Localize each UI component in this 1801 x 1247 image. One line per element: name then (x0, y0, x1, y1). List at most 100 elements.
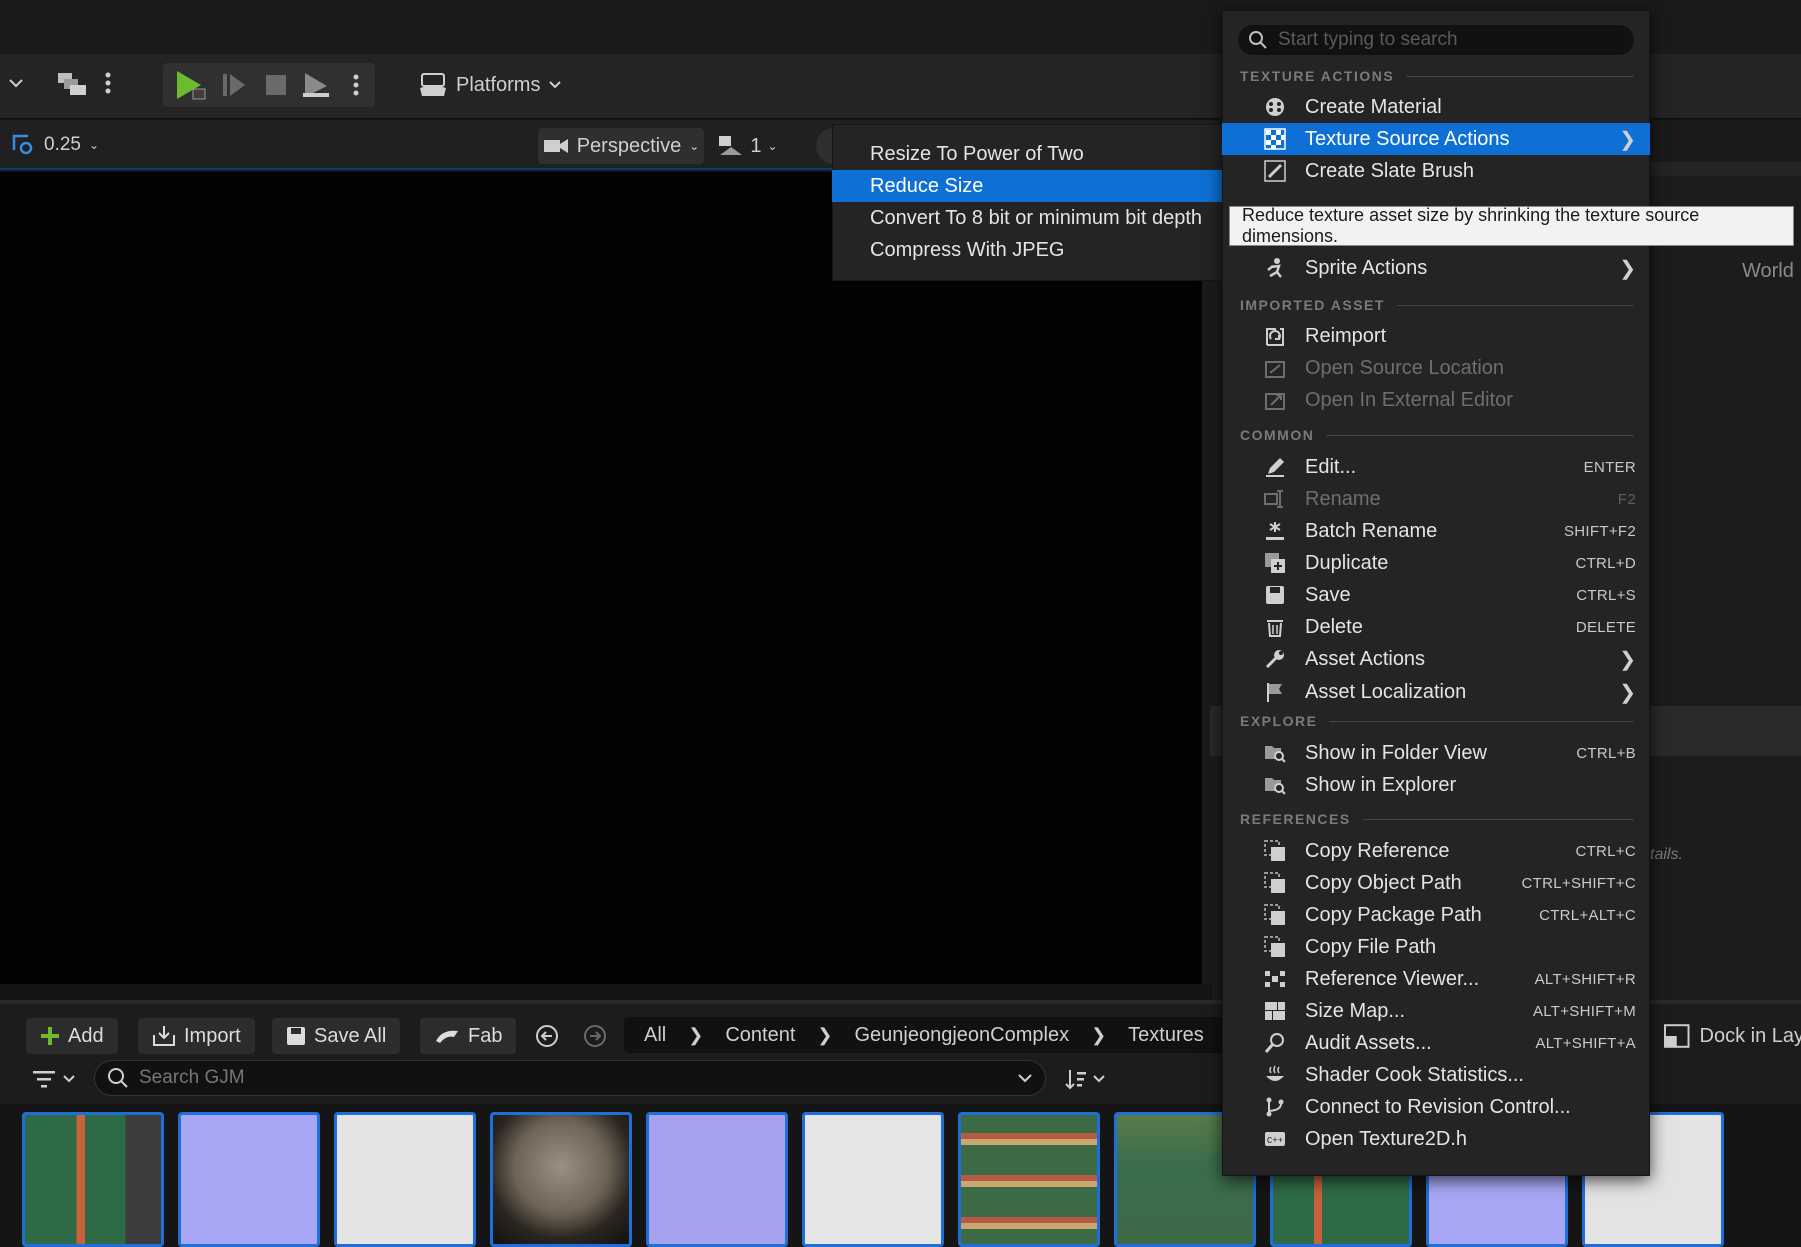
filter-icon[interactable] (30, 1064, 78, 1094)
mode-dropdown-chevron-icon[interactable] (4, 68, 28, 98)
save-all-button[interactable]: Save All (272, 1018, 401, 1054)
rename-icon (1261, 485, 1289, 513)
add-button[interactable]: Add (26, 1018, 118, 1054)
asset-localization-item[interactable]: Asset Localization ❯ (1222, 676, 1650, 708)
step-forward-icon[interactable] (214, 64, 254, 106)
perspective-dropdown[interactable]: Perspective ⌄ (538, 128, 704, 164)
asset-thumbnail[interactable] (178, 1112, 320, 1247)
world-column-label: World (1742, 260, 1794, 282)
asset-thumbnail[interactable] (22, 1112, 164, 1247)
more-options-icon[interactable] (96, 66, 120, 100)
forward-icon[interactable] (582, 1022, 608, 1050)
menu-item-label: Copy File Path (1305, 935, 1437, 958)
copy-object-path-item[interactable]: Copy Object Path CTRL+SHIFT+C (1222, 867, 1650, 899)
shortcut-label: ALT+SHIFT+R (1534, 970, 1636, 988)
revision-control-icon (1261, 1093, 1289, 1121)
svg-text:C++: C++ (1267, 1136, 1283, 1146)
stop-icon[interactable] (256, 64, 296, 106)
play-icon[interactable] (170, 64, 210, 106)
level-viewport[interactable] (0, 172, 1202, 984)
copy-icon (1261, 901, 1289, 929)
size-map-item[interactable]: Size Map... ALT+SHIFT+M (1222, 995, 1650, 1027)
copy-icon (1261, 837, 1289, 865)
breadcrumb-all[interactable]: All (644, 1024, 666, 1047)
texture-source-actions-item[interactable]: Texture Source Actions ❯ (1222, 123, 1650, 155)
open-texture2d-h-item[interactable]: C++ Open Texture2D.h (1222, 1123, 1650, 1155)
menu-item-label: Shader Cook Statistics... (1305, 1063, 1524, 1086)
breadcrumb-content[interactable]: Content (725, 1024, 795, 1047)
edit-item[interactable]: Edit... ENTER (1222, 451, 1650, 483)
audit-assets-item[interactable]: Audit Assets... ALT+SHIFT+A (1222, 1027, 1650, 1059)
chevron-right-icon[interactable]: ❯ (688, 1025, 703, 1046)
copy-file-path-item[interactable]: Copy File Path (1222, 931, 1650, 963)
duplicate-item[interactable]: Duplicate CTRL+D (1222, 547, 1650, 579)
sprite-actions-item[interactable]: Sprite Actions ❯ (1222, 252, 1650, 284)
menu-item-label: Reference Viewer... (1305, 967, 1480, 990)
eject-icon[interactable] (296, 64, 336, 106)
chevron-down-icon[interactable] (1017, 1073, 1033, 1083)
save-icon (1261, 581, 1289, 609)
content-shortcut-icon[interactable] (54, 66, 90, 100)
show-in-explorer-item[interactable]: Show in Explorer (1222, 769, 1650, 801)
save-item[interactable]: Save CTRL+S (1222, 579, 1650, 611)
delete-item[interactable]: Delete DELETE (1222, 611, 1650, 643)
copy-reference-item[interactable]: Copy Reference CTRL+C (1222, 835, 1650, 867)
rename-item[interactable]: Rename F2 (1222, 483, 1650, 515)
shortcut-label: CTRL+ALT+C (1539, 906, 1636, 924)
menu-search-input[interactable]: Start typing to search (1238, 25, 1634, 55)
menu-item-label: Open In External Editor (1305, 388, 1513, 411)
fab-button[interactable]: Fab (420, 1018, 517, 1054)
dock-in-layout-button[interactable]: Dock in Lay (1664, 1018, 1801, 1054)
connect-to-revision-control-item[interactable]: Connect to Revision Control... (1222, 1091, 1650, 1123)
reduce-size-item[interactable]: Reduce Size (832, 170, 1222, 202)
asset-actions-item[interactable]: Asset Actions ❯ (1222, 643, 1650, 675)
section-texture-actions: TEXTURE ACTIONS (1240, 68, 1634, 84)
breadcrumb-complex[interactable]: GeunjeongjeonComplex (854, 1024, 1069, 1047)
wrench-icon (1261, 645, 1289, 673)
chevron-right-icon[interactable]: ❯ (1091, 1025, 1106, 1046)
open-source-location-item[interactable]: Open Source Location (1222, 352, 1650, 384)
create-material-item[interactable]: Create Material (1222, 91, 1650, 123)
size-map-icon (1261, 997, 1289, 1025)
section-imported-asset: IMPORTED ASSET (1240, 297, 1634, 313)
asset-thumbnail[interactable] (490, 1112, 632, 1247)
convert-to-8-bit-item[interactable]: Convert To 8 bit or minimum bit depth (832, 202, 1222, 234)
fab-icon (436, 1030, 458, 1043)
open-in-external-editor-item[interactable]: Open In External Editor (1222, 384, 1650, 416)
zoom-control[interactable]: 0.25 ⌄ (10, 130, 100, 160)
asset-search-input[interactable]: Search GJM (94, 1060, 1046, 1096)
viewport-splitter[interactable] (1202, 172, 1212, 984)
reference-viewer-item[interactable]: Reference Viewer... ALT+SHIFT+R (1222, 963, 1650, 995)
copy-package-path-item[interactable]: Copy Package Path CTRL+ALT+C (1222, 899, 1650, 931)
chevron-right-icon[interactable]: ❯ (817, 1025, 832, 1046)
compress-with-jpeg-item[interactable]: Compress With JPEG (832, 234, 1222, 266)
batch-rename-item[interactable]: Batch Rename SHIFT+F2 (1222, 515, 1650, 547)
asset-thumbnail[interactable] (802, 1112, 944, 1247)
asset-thumbnail[interactable] (958, 1112, 1100, 1247)
asset-thumbnail[interactable] (646, 1112, 788, 1247)
reimport-item[interactable]: Reimport (1222, 320, 1650, 352)
back-icon[interactable] (534, 1022, 560, 1050)
search-placeholder: Search GJM (139, 1067, 245, 1088)
resize-to-power-of-two-item[interactable]: Resize To Power of Two (832, 138, 1222, 170)
layout-icon (719, 136, 743, 155)
play-options-icon[interactable] (344, 64, 368, 106)
show-in-folder-view-item[interactable]: Show in Folder View CTRL+B (1222, 737, 1650, 769)
perspective-chevron-icon: ⌄ (689, 139, 700, 153)
section-explore: EXPLORE (1240, 713, 1634, 729)
menu-item-label: Size Map... (1305, 999, 1406, 1022)
platforms-button[interactable]: Platforms (418, 64, 568, 106)
import-label: Import (184, 1024, 241, 1047)
menu-item-label: Reimport (1305, 324, 1387, 347)
layout-dropdown[interactable]: 1 ⌄ (716, 128, 780, 164)
breadcrumb-textures[interactable]: Textures (1128, 1024, 1204, 1047)
asset-thumbnail[interactable] (334, 1112, 476, 1247)
menu-item-label: Asset Localization (1305, 680, 1467, 703)
menu-item-label: Show in Explorer (1305, 773, 1457, 796)
texture-checker-icon (1261, 125, 1289, 153)
create-slate-brush-item[interactable]: Create Slate Brush (1222, 155, 1650, 187)
shader-cook-statistics-item[interactable]: Shader Cook Statistics... (1222, 1059, 1650, 1091)
sort-icon[interactable] (1060, 1064, 1110, 1094)
shortcut-label: SHIFT+F2 (1564, 522, 1636, 540)
import-button[interactable]: Import (138, 1018, 255, 1054)
